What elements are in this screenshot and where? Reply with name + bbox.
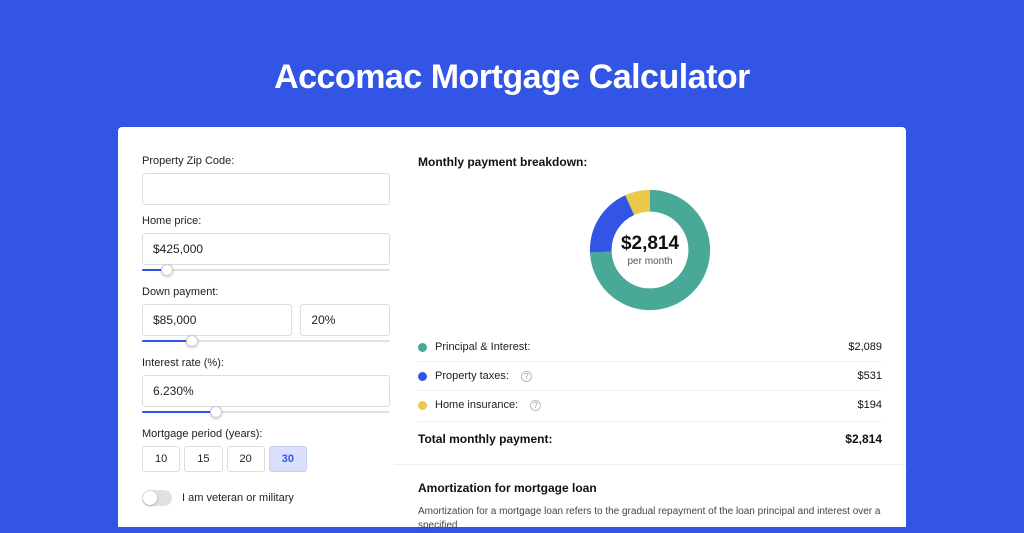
legend-row: Property taxes:? $531 — [418, 362, 882, 391]
veteran-toggle[interactable] — [142, 490, 172, 506]
amortization-title: Amortization for mortgage loan — [418, 481, 882, 495]
legend-value: $531 — [858, 370, 882, 382]
home-price-input[interactable] — [142, 233, 390, 265]
interest-input[interactable] — [142, 375, 390, 407]
help-icon[interactable]: ? — [530, 400, 541, 411]
zip-label: Property Zip Code: — [142, 155, 390, 167]
donut-chart: $2,814 per month — [585, 185, 715, 315]
down-payment-label: Down payment: — [142, 286, 390, 298]
down-payment-input[interactable] — [142, 304, 292, 336]
toggle-knob — [143, 491, 157, 505]
legend-label: Home insurance: — [435, 399, 518, 411]
legend-label: Principal & Interest: — [435, 341, 530, 353]
interest-slider[interactable] — [142, 406, 390, 418]
home-price-slider[interactable] — [142, 264, 390, 276]
breakdown-panel: Monthly payment breakdown: $2,814 per mo… — [418, 155, 882, 527]
period-btn-30[interactable]: 30 — [269, 446, 307, 472]
page-title: Accomac Mortgage Calculator — [0, 0, 1024, 127]
legend-row: Principal & Interest: $2,089 — [418, 333, 882, 362]
total-row: Total monthly payment: $2,814 — [418, 421, 882, 460]
total-label: Total monthly payment: — [418, 432, 552, 446]
divider — [394, 464, 906, 465]
legend-dot — [418, 343, 427, 352]
slider-thumb[interactable] — [210, 406, 222, 418]
legend-dot — [418, 401, 427, 410]
breakdown-title: Monthly payment breakdown: — [418, 155, 882, 169]
interest-label: Interest rate (%): — [142, 357, 390, 369]
legend: Principal & Interest: $2,089 Property taxe… — [418, 333, 882, 419]
period-btn-15[interactable]: 15 — [184, 446, 222, 472]
donut-center: $2,814 per month — [585, 185, 715, 315]
donut-chart-area: $2,814 per month — [418, 179, 882, 333]
slider-fill — [142, 340, 192, 342]
total-value: $2,814 — [845, 432, 882, 446]
period-btn-20[interactable]: 20 — [227, 446, 265, 472]
form-panel: Property Zip Code: Home price: Down paym… — [142, 155, 390, 527]
slider-track — [142, 269, 390, 271]
legend-value: $194 — [858, 399, 882, 411]
amortization-text: Amortization for a mortgage loan refers … — [418, 505, 882, 533]
donut-total-amount: $2,814 — [621, 233, 679, 255]
help-icon[interactable]: ? — [521, 371, 532, 382]
veteran-label: I am veteran or military — [182, 492, 294, 504]
legend-row: Home insurance:? $194 — [418, 391, 882, 419]
zip-input[interactable] — [142, 173, 390, 205]
slider-thumb[interactable] — [161, 264, 173, 276]
period-label: Mortgage period (years): — [142, 428, 390, 440]
calculator-card: Property Zip Code: Home price: Down paym… — [118, 127, 906, 527]
period-btn-10[interactable]: 10 — [142, 446, 180, 472]
slider-fill — [142, 411, 216, 413]
legend-label: Property taxes: — [435, 370, 509, 382]
period-group: 10152030 — [142, 446, 390, 472]
down-payment-pct-input[interactable] — [300, 304, 390, 336]
home-price-label: Home price: — [142, 215, 390, 227]
down-payment-slider[interactable] — [142, 335, 390, 347]
slider-thumb[interactable] — [186, 335, 198, 347]
legend-value: $2,089 — [848, 341, 882, 353]
legend-dot — [418, 372, 427, 381]
donut-total-sub: per month — [627, 256, 672, 267]
